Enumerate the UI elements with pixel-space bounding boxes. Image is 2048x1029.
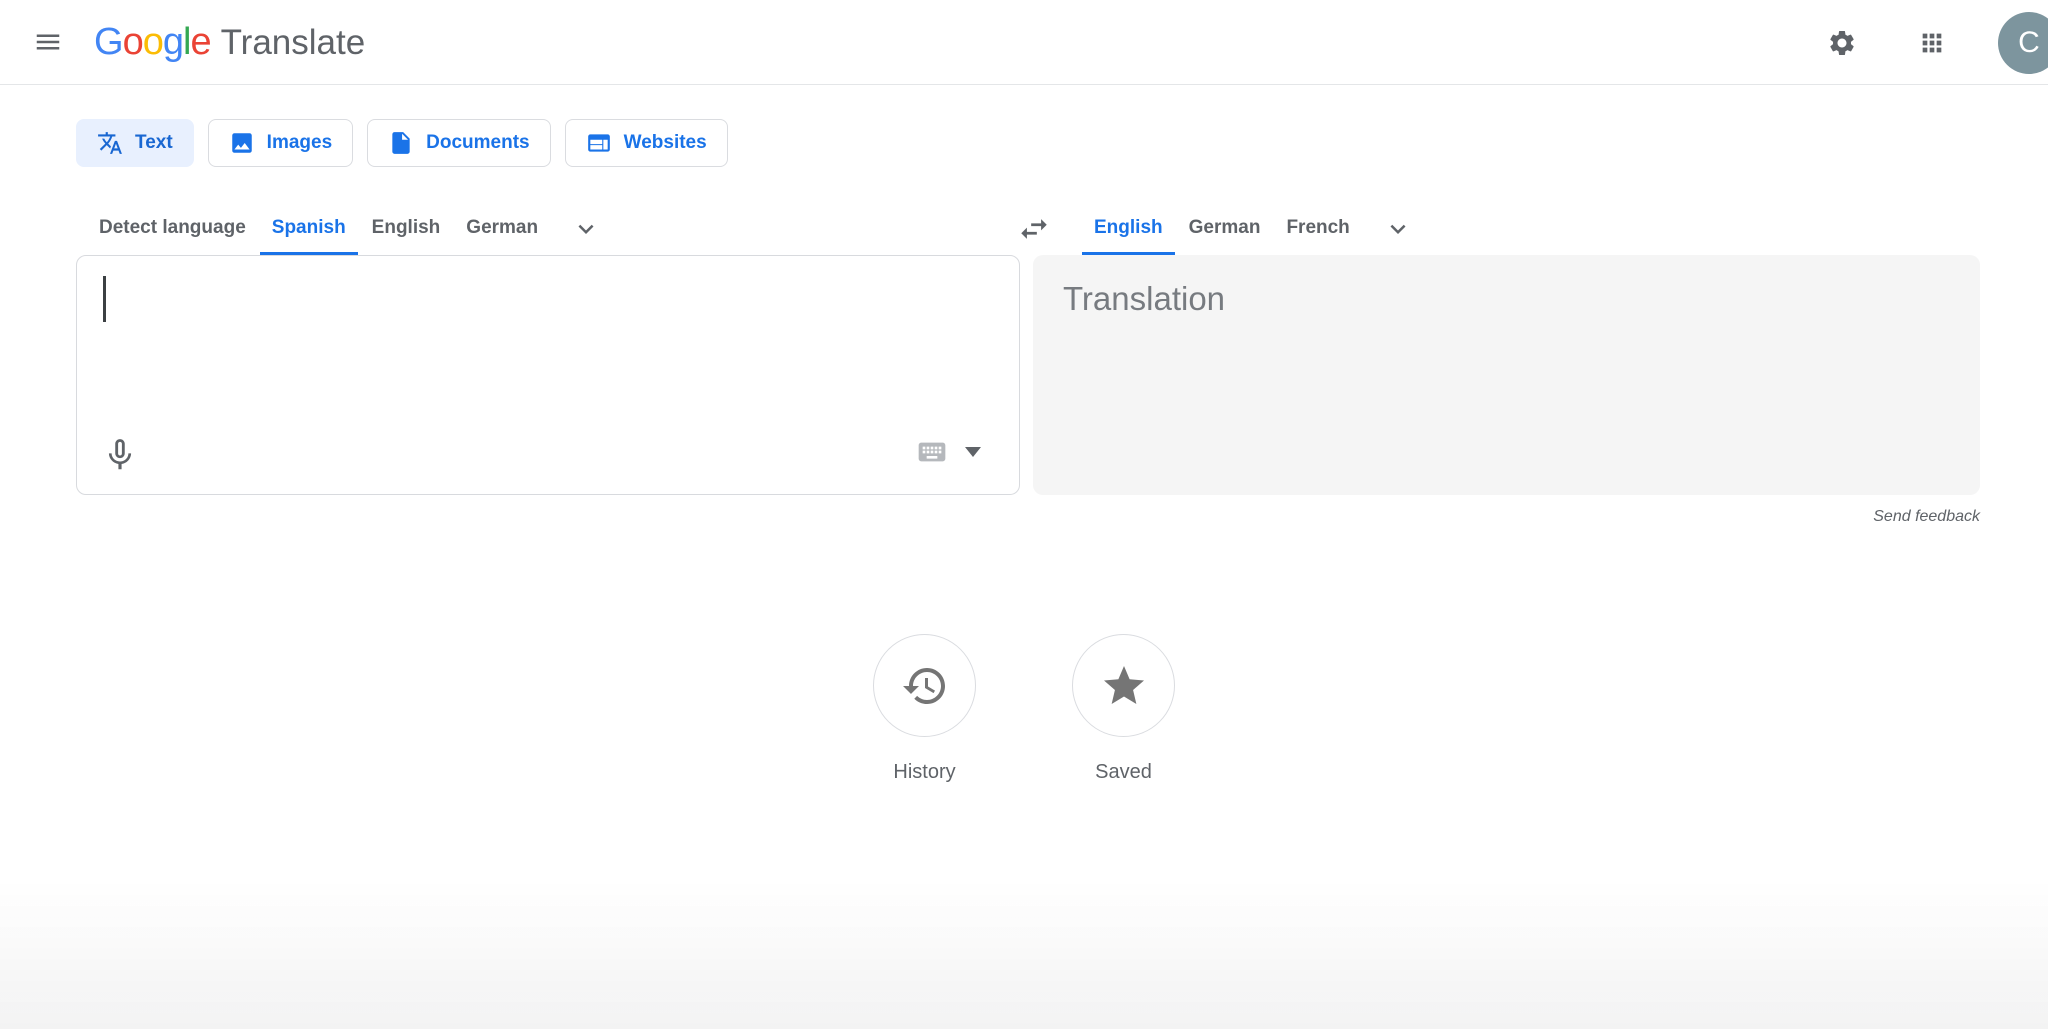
- document-icon: [388, 130, 414, 156]
- saved-button[interactable]: [1072, 634, 1175, 737]
- tab-text[interactable]: Text: [76, 119, 194, 167]
- saved-action: Saved: [1072, 634, 1175, 784]
- main-menu-button[interactable]: [24, 18, 72, 66]
- account-avatar[interactable]: C: [1998, 12, 2048, 74]
- source-lang-detect-label: Detect language: [99, 217, 246, 239]
- more-source-languages-button[interactable]: [571, 203, 601, 255]
- chevron-down-icon: [571, 214, 601, 244]
- input-tools-button[interactable]: [916, 436, 981, 468]
- avatar-letter: C: [2018, 26, 2040, 60]
- translate-panels: Translation: [76, 255, 1980, 495]
- more-target-languages-button[interactable]: [1383, 203, 1413, 255]
- swap-languages-button[interactable]: [1017, 203, 1051, 255]
- source-lang-english-label: English: [372, 217, 441, 239]
- history-button[interactable]: [873, 634, 976, 737]
- source-lang-detect[interactable]: Detect language: [87, 203, 258, 255]
- hamburger-menu-icon: [33, 27, 63, 57]
- google-translate-logo[interactable]: Google Translate: [94, 21, 365, 64]
- input-tools-dropdown-icon: [965, 447, 981, 457]
- saved-label: Saved: [1095, 761, 1152, 784]
- apps-grid-icon: [1918, 29, 1946, 57]
- tab-websites-label: Websites: [624, 132, 707, 154]
- history-action: History: [873, 634, 976, 784]
- bottom-gradient: [0, 879, 2048, 1029]
- source-text-input[interactable]: [76, 255, 1020, 495]
- source-lang-spanish-label: Spanish: [272, 217, 346, 239]
- source-lang-german-label: German: [466, 217, 538, 239]
- target-lang-english[interactable]: English: [1082, 203, 1175, 255]
- keyboard-icon: [916, 436, 948, 468]
- quick-actions: History Saved: [0, 634, 2048, 784]
- source-lang-english[interactable]: English: [360, 203, 453, 255]
- target-lang-german-label: German: [1189, 217, 1261, 239]
- history-label: History: [893, 761, 955, 784]
- source-lang-spanish[interactable]: Spanish: [260, 203, 358, 255]
- history-icon: [901, 662, 949, 710]
- tab-websites[interactable]: Websites: [565, 119, 728, 167]
- app-header: Google Translate C: [0, 0, 2048, 85]
- tab-images[interactable]: Images: [208, 119, 353, 167]
- text-cursor: [103, 276, 106, 322]
- source-language-tabs: Detect language Spanish English German: [86, 203, 551, 255]
- source-lang-german[interactable]: German: [454, 203, 550, 255]
- google-apps-button[interactable]: [1908, 19, 1956, 67]
- translation-output-panel: Translation: [1033, 255, 1980, 495]
- tab-images-label: Images: [267, 132, 332, 154]
- google-logo-text: Google: [94, 21, 211, 64]
- star-icon: [1100, 662, 1148, 710]
- swap-arrows-icon: [1017, 212, 1051, 246]
- mode-tab-bar: Text Images Documents Websites: [76, 119, 2048, 167]
- language-selection-row: Detect language Spanish English German: [76, 203, 1980, 255]
- feedback-row: Send feedback: [76, 508, 1980, 526]
- microphone-icon: [101, 436, 139, 474]
- translate-icon: [97, 130, 123, 156]
- target-lang-german[interactable]: German: [1177, 203, 1273, 255]
- target-language-tabs: English German French: [1081, 203, 1363, 255]
- settings-button[interactable]: [1818, 19, 1866, 67]
- target-lang-french-label: French: [1286, 217, 1349, 239]
- target-lang-french[interactable]: French: [1274, 203, 1361, 255]
- product-name: Translate: [221, 23, 366, 63]
- website-icon: [586, 130, 612, 156]
- translation-placeholder: Translation: [1033, 255, 1980, 343]
- target-lang-english-label: English: [1094, 217, 1163, 239]
- send-feedback-link[interactable]: Send feedback: [1033, 508, 1980, 526]
- image-icon: [229, 130, 255, 156]
- voice-input-button[interactable]: [101, 436, 139, 474]
- tab-documents-label: Documents: [426, 132, 529, 154]
- gear-icon: [1827, 28, 1857, 58]
- tab-documents[interactable]: Documents: [367, 119, 550, 167]
- tab-text-label: Text: [135, 132, 173, 154]
- chevron-down-icon: [1383, 214, 1413, 244]
